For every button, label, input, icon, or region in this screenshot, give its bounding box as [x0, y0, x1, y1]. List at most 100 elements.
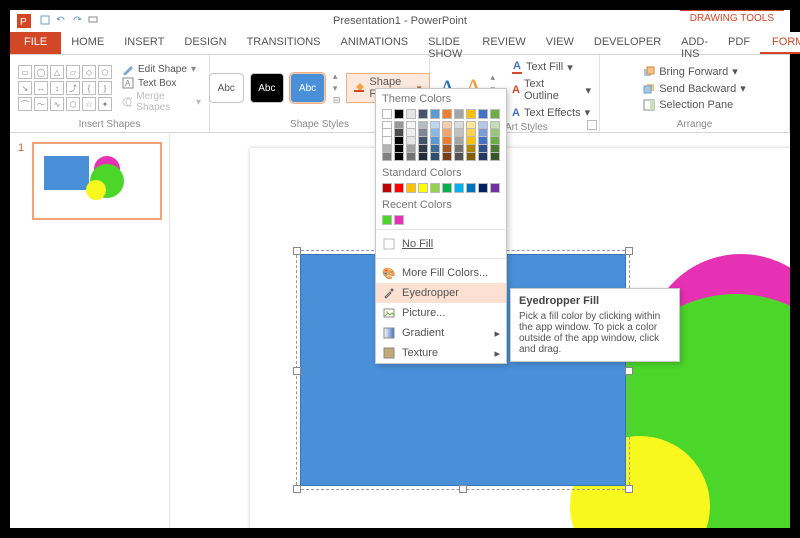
- tab-slideshow[interactable]: SLIDE SHOW: [418, 32, 472, 54]
- color-swatch[interactable]: [478, 145, 488, 153]
- color-swatch[interactable]: [406, 121, 416, 129]
- tab-view[interactable]: VIEW: [536, 32, 584, 54]
- color-swatch[interactable]: [382, 183, 392, 193]
- color-swatch[interactable]: [382, 145, 392, 153]
- style-gallery-down-icon[interactable]: ▾: [333, 83, 341, 94]
- color-swatch[interactable]: [466, 129, 476, 137]
- color-swatch[interactable]: [466, 121, 476, 129]
- tab-animations[interactable]: ANIMATIONS: [331, 32, 419, 54]
- color-swatch[interactable]: [406, 145, 416, 153]
- text-box-button[interactable]: AText Box: [122, 77, 201, 89]
- tab-addins[interactable]: ADD-INS: [671, 32, 718, 54]
- color-swatch[interactable]: [454, 121, 464, 129]
- color-swatch[interactable]: [442, 153, 452, 161]
- gradient-fill-item[interactable]: Gradient▸: [376, 323, 506, 343]
- start-slideshow-icon[interactable]: [88, 15, 98, 28]
- color-swatch[interactable]: [478, 153, 488, 161]
- color-swatch[interactable]: [478, 121, 488, 129]
- slide-thumbnail-1[interactable]: [32, 142, 162, 220]
- resize-handle[interactable]: [625, 247, 633, 255]
- selection-pane-button[interactable]: Selection Pane: [643, 99, 746, 111]
- color-swatch[interactable]: [394, 215, 404, 225]
- color-swatch[interactable]: [430, 129, 440, 137]
- color-swatch[interactable]: [442, 129, 452, 137]
- shapes-gallery[interactable]: ▭◯△▱◇⬠ ↘↔↕⤴{} ⌒～∿⬡☆✦: [18, 65, 112, 111]
- color-swatch[interactable]: [394, 183, 404, 193]
- color-swatch[interactable]: [490, 183, 500, 193]
- color-swatch[interactable]: [490, 145, 500, 153]
- tab-pdf[interactable]: PDF: [718, 32, 760, 54]
- standard-colors-row[interactable]: [376, 183, 506, 193]
- no-fill-item[interactable]: No Fill: [376, 234, 506, 254]
- text-outline-button[interactable]: AText Outline ▾: [512, 78, 591, 102]
- color-swatch[interactable]: [418, 183, 428, 193]
- tab-file[interactable]: FILE: [10, 32, 61, 54]
- theme-shades-grid[interactable]: [376, 121, 506, 161]
- color-swatch[interactable]: [406, 153, 416, 161]
- color-swatch[interactable]: [382, 137, 392, 145]
- color-swatch[interactable]: [394, 145, 404, 153]
- color-swatch[interactable]: [382, 109, 392, 119]
- style-preset-3[interactable]: Abc: [290, 73, 325, 103]
- eyedropper-item[interactable]: Eyedropper: [376, 283, 506, 303]
- color-swatch[interactable]: [418, 109, 428, 119]
- resize-handle[interactable]: [625, 485, 633, 493]
- color-swatch[interactable]: [478, 137, 488, 145]
- color-swatch[interactable]: [382, 121, 392, 129]
- color-swatch[interactable]: [442, 145, 452, 153]
- color-swatch[interactable]: [430, 137, 440, 145]
- color-swatch[interactable]: [406, 183, 416, 193]
- undo-icon[interactable]: [56, 15, 66, 28]
- color-swatch[interactable]: [418, 137, 428, 145]
- style-preset-1[interactable]: Abc: [209, 73, 244, 103]
- resize-handle[interactable]: [625, 367, 633, 375]
- save-icon[interactable]: [40, 15, 50, 28]
- color-swatch[interactable]: [430, 121, 440, 129]
- tab-format[interactable]: FORMAT: [760, 32, 800, 54]
- send-backward-button[interactable]: Send Backward ▾: [643, 82, 746, 95]
- color-swatch[interactable]: [406, 137, 416, 145]
- color-swatch[interactable]: [478, 129, 488, 137]
- color-swatch[interactable]: [442, 109, 452, 119]
- color-swatch[interactable]: [418, 145, 428, 153]
- resize-handle[interactable]: [293, 247, 301, 255]
- picture-fill-item[interactable]: Picture...: [376, 303, 506, 323]
- color-swatch[interactable]: [406, 109, 416, 119]
- color-swatch[interactable]: [394, 121, 404, 129]
- color-swatch[interactable]: [430, 153, 440, 161]
- wordart-gallery-up-icon[interactable]: ▴: [490, 72, 498, 83]
- color-swatch[interactable]: [466, 183, 476, 193]
- color-swatch[interactable]: [418, 129, 428, 137]
- color-swatch[interactable]: [394, 137, 404, 145]
- color-swatch[interactable]: [430, 109, 440, 119]
- color-swatch[interactable]: [466, 109, 476, 119]
- color-swatch[interactable]: [478, 109, 488, 119]
- color-swatch[interactable]: [466, 145, 476, 153]
- style-gallery-up-icon[interactable]: ▴: [333, 71, 341, 82]
- color-swatch[interactable]: [466, 153, 476, 161]
- style-preset-2[interactable]: Abc: [250, 73, 285, 103]
- color-swatch[interactable]: [442, 121, 452, 129]
- color-swatch[interactable]: [430, 183, 440, 193]
- color-swatch[interactable]: [454, 153, 464, 161]
- theme-colors-row[interactable]: [376, 109, 506, 119]
- text-effects-button[interactable]: AText Effects ▾: [512, 106, 591, 119]
- resize-handle[interactable]: [293, 367, 301, 375]
- tab-insert[interactable]: INSERT: [114, 32, 174, 54]
- color-swatch[interactable]: [478, 183, 488, 193]
- color-swatch[interactable]: [466, 137, 476, 145]
- color-swatch[interactable]: [418, 153, 428, 161]
- color-swatch[interactable]: [430, 145, 440, 153]
- color-swatch[interactable]: [490, 137, 500, 145]
- color-swatch[interactable]: [382, 215, 392, 225]
- color-swatch[interactable]: [442, 137, 452, 145]
- color-swatch[interactable]: [382, 129, 392, 137]
- color-swatch[interactable]: [454, 109, 464, 119]
- text-fill-button[interactable]: AText Fill ▾: [512, 60, 591, 74]
- color-swatch[interactable]: [454, 183, 464, 193]
- color-swatch[interactable]: [454, 145, 464, 153]
- color-swatch[interactable]: [490, 109, 500, 119]
- color-swatch[interactable]: [490, 121, 500, 129]
- more-fill-colors-item[interactable]: 🎨More Fill Colors...: [376, 263, 506, 283]
- color-swatch[interactable]: [490, 153, 500, 161]
